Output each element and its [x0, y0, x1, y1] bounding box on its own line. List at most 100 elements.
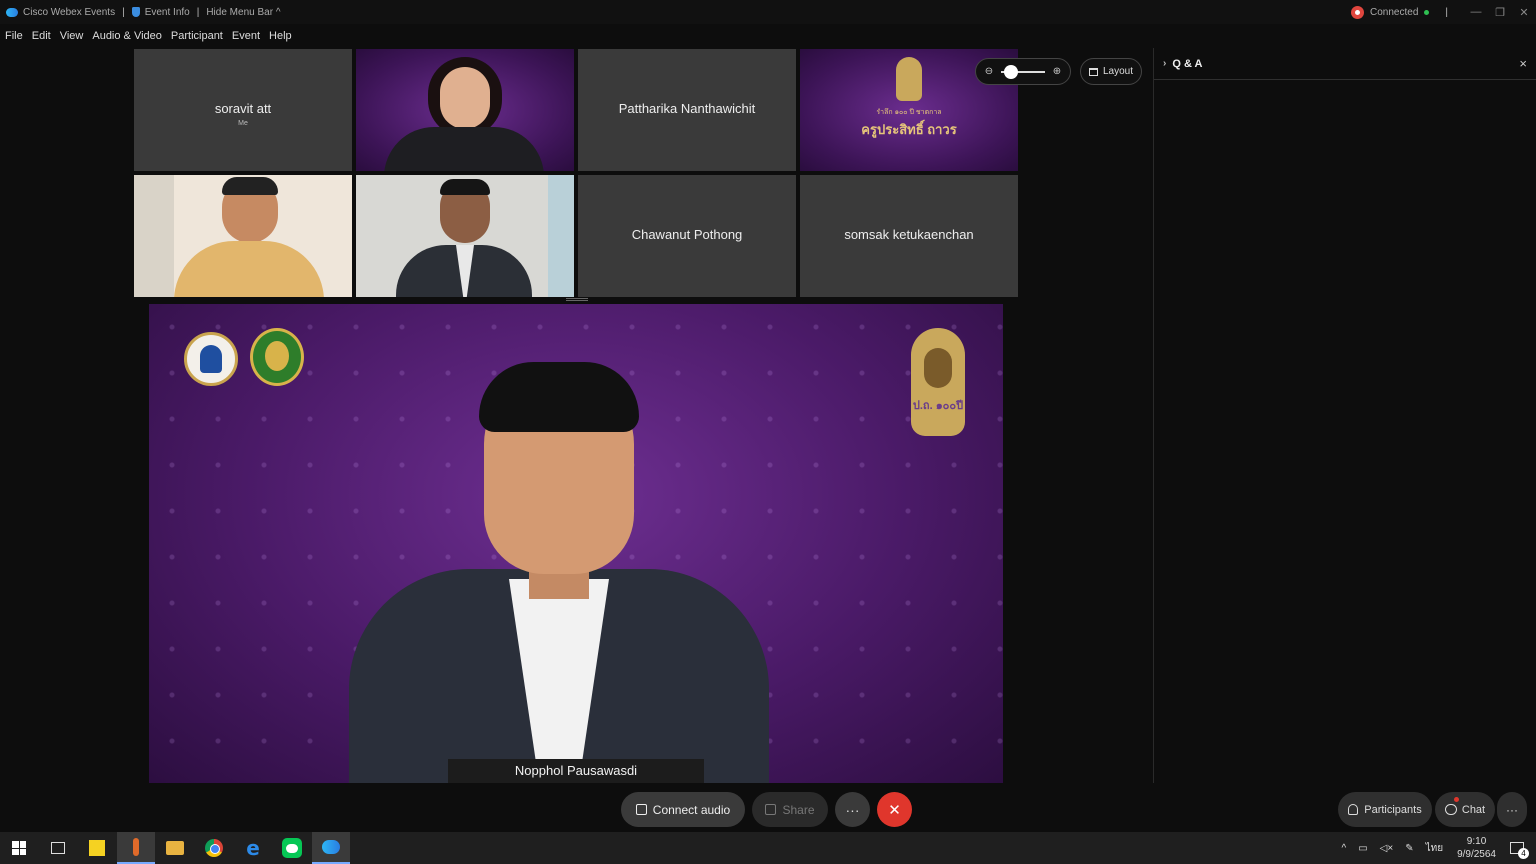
participant-name: soravit att: [214, 101, 272, 116]
chevron-right-icon[interactable]: ›: [1163, 58, 1166, 69]
menu-audio-video[interactable]: Audio & Video: [92, 30, 162, 42]
resize-handle[interactable]: [566, 298, 588, 301]
title-separator: |: [122, 6, 125, 18]
menu-bar: File Edit View Audio & Video Participant…: [0, 24, 1536, 48]
chevron-up-icon: ^: [275, 6, 281, 18]
ministry-seal-icon: [250, 328, 304, 386]
taskbar: e ^ ▭ ◁× ✎ ไทย 9:10 9/9/2564 4: [0, 832, 1536, 864]
video-tile-name[interactable]: Chawanut Pothong: [578, 175, 796, 297]
participant-me-label: Me: [238, 120, 248, 127]
restore-button[interactable]: ❐: [1488, 6, 1512, 19]
video-tile-camera[interactable]: [356, 49, 574, 171]
show-hidden-icons-icon[interactable]: ^: [1342, 843, 1347, 854]
window-background: [134, 175, 174, 297]
leave-event-button[interactable]: ✕: [877, 792, 912, 827]
participants-label: Participants: [1364, 803, 1422, 816]
participant-hair: [222, 177, 278, 195]
zoom-slider[interactable]: [1001, 64, 1045, 79]
task-view-button[interactable]: [39, 832, 77, 864]
more-options-button[interactable]: ···: [835, 792, 870, 827]
memorial-emblem-icon: [896, 57, 922, 101]
task-view-icon: [51, 842, 65, 854]
clock[interactable]: 9:10 9/9/2564: [1457, 835, 1496, 861]
connect-audio-button[interactable]: Connect audio: [621, 792, 745, 827]
participant-name: Chawanut Pothong: [631, 227, 743, 242]
centenary-emblem-icon: ป.ถ. ๑๐๐ปี: [911, 328, 965, 436]
layout-label: Layout: [1102, 66, 1134, 77]
video-tile-name[interactable]: somsak ketukaenchan: [800, 175, 1018, 297]
title-separator: |: [1445, 6, 1448, 18]
menu-participant[interactable]: Participant: [171, 30, 223, 42]
speaker-figure: [349, 334, 769, 783]
chat-label: Chat: [1461, 803, 1486, 816]
panel-more-button[interactable]: ···: [1497, 792, 1527, 827]
clock-time: 9:10: [1466, 836, 1487, 847]
menu-event[interactable]: Event: [232, 30, 260, 42]
event-info-link[interactable]: Event Info: [145, 7, 190, 18]
title-right: Connected | — ❐ ✕: [1351, 0, 1536, 24]
video-tile-camera[interactable]: [134, 175, 352, 297]
system-tray: ^ ▭ ◁× ✎ ไทย 9:10 9/9/2564 4: [1336, 832, 1536, 864]
qa-panel-title: Q & A: [1172, 57, 1203, 70]
qa-panel-header[interactable]: › Q & A: [1154, 48, 1536, 80]
banner-line1: รำลึก ๑๐๐ ปี ชาตกาล: [876, 109, 942, 116]
close-panel-button[interactable]: ×: [1519, 56, 1527, 71]
sticky-notes-icon: [89, 840, 105, 856]
zoom-slider-knob[interactable]: [1004, 64, 1018, 79]
menu-help[interactable]: Help: [269, 30, 292, 42]
banner-line2: ครูประสิทธิ์ ถาวร: [861, 122, 957, 137]
connection-dot-icon: [1424, 9, 1430, 15]
zoom-out-icon[interactable]: ⊖: [983, 66, 995, 77]
network-icon[interactable]: ▭: [1358, 843, 1367, 854]
folder-icon: [166, 841, 184, 855]
connect-audio-label: Connect audio: [652, 802, 731, 817]
edge-icon: e: [246, 836, 260, 860]
participants-button[interactable]: Participants: [1338, 792, 1432, 827]
menu-edit[interactable]: Edit: [32, 30, 51, 42]
notification-count: 4: [1518, 848, 1529, 859]
title-app: Cisco Webex Events | Event Info | Hide M…: [0, 7, 281, 18]
shield-icon: [131, 7, 140, 17]
app-icon: [133, 838, 139, 856]
menu-view[interactable]: View: [60, 30, 84, 42]
university-logo-icon: [184, 332, 238, 386]
video-tile-name[interactable]: Pattharika Nanthawichit: [578, 49, 796, 171]
close-window-button[interactable]: ✕: [1512, 6, 1536, 19]
emblem-text: ป.ถ. ๑๐๐ปี: [912, 400, 964, 412]
participant-name: Pattharika Nanthawichit: [618, 101, 756, 116]
video-tile-camera[interactable]: [356, 175, 574, 297]
qa-panel: › Q & A ×: [1153, 48, 1536, 783]
volume-muted-icon[interactable]: ◁×: [1380, 843, 1394, 854]
chat-icon: [1444, 804, 1457, 815]
taskbar-webex[interactable]: [312, 832, 350, 864]
title-separator: |: [196, 6, 200, 18]
curtain-background: [548, 175, 574, 297]
notifications-icon[interactable]: 4: [1510, 842, 1529, 859]
taskbar-sticky-notes[interactable]: [78, 832, 116, 864]
taskbar-chrome[interactable]: [195, 832, 233, 864]
webex-logo-icon: [6, 7, 18, 17]
hide-menu-bar-button[interactable]: Hide Menu Bar ^: [206, 7, 280, 18]
menu-file[interactable]: File: [5, 30, 23, 42]
title-bar: Cisco Webex Events | Event Info | Hide M…: [0, 0, 1536, 24]
share-button[interactable]: Share: [752, 792, 828, 827]
layout-button[interactable]: Layout: [1080, 58, 1142, 85]
start-button[interactable]: [0, 832, 38, 864]
zoom-in-icon[interactable]: ⊕: [1051, 66, 1063, 77]
participant-name: somsak ketukaenchan: [844, 227, 974, 242]
taskbar-app-pinned[interactable]: [117, 832, 155, 864]
chrome-icon: [205, 839, 223, 857]
video-tile-self[interactable]: soravit att Me: [134, 49, 352, 171]
pen-icon[interactable]: ✎: [1405, 843, 1413, 854]
taskbar-edge[interactable]: e: [234, 832, 272, 864]
taskbar-line[interactable]: [273, 832, 311, 864]
minimize-button[interactable]: —: [1464, 6, 1488, 18]
taskbar-file-explorer[interactable]: [156, 832, 194, 864]
windows-icon: [12, 841, 26, 855]
connection-status-icon: [1351, 5, 1365, 19]
share-icon: [765, 804, 777, 815]
input-language[interactable]: ไทย: [1426, 841, 1443, 856]
main-speaker-video[interactable]: ป.ถ. ๑๐๐ปี Nopphol Pausawasdi: [149, 304, 1003, 783]
chat-unread-indicator: [1454, 797, 1459, 802]
chat-button[interactable]: Chat: [1435, 792, 1495, 827]
